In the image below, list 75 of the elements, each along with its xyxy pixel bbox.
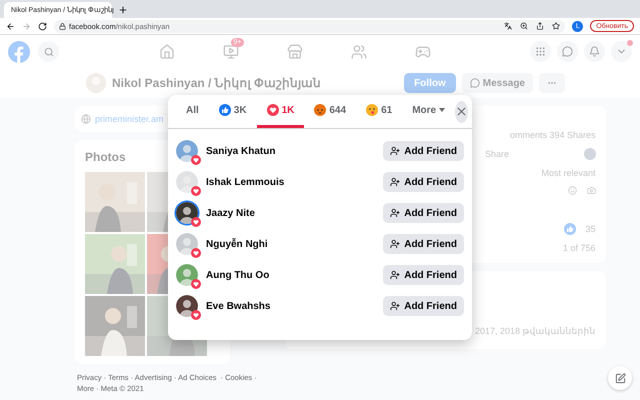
gaming-icon[interactable] xyxy=(414,44,430,60)
add-person-icon xyxy=(390,208,400,218)
reload-icon[interactable] xyxy=(38,22,47,30)
heart-icon xyxy=(191,310,201,320)
hugging-face-icon xyxy=(366,104,378,116)
add-friend-button[interactable]: Add Friend xyxy=(383,265,464,285)
add-friend-button[interactable]: Add Friend xyxy=(383,296,464,316)
notification-dot xyxy=(627,40,633,46)
post-stats: omments 394 Shares xyxy=(510,130,596,140)
add-friend-button[interactable]: Add Friend xyxy=(383,203,464,223)
person-name[interactable]: Ishak Lemmouis xyxy=(206,176,376,188)
star-icon[interactable] xyxy=(552,22,560,30)
home-icon[interactable] xyxy=(158,44,174,60)
lock-icon xyxy=(59,22,66,30)
globe-icon xyxy=(81,114,91,124)
facebook-logo[interactable] xyxy=(8,40,30,62)
thumbs-up-icon xyxy=(564,223,576,235)
chat-bubble-icon xyxy=(562,46,573,57)
store-icon[interactable] xyxy=(286,44,302,60)
heart-icon xyxy=(191,186,201,196)
video-icon[interactable] xyxy=(222,44,238,60)
menu-button[interactable] xyxy=(530,41,551,62)
forward-icon[interactable] xyxy=(22,22,31,30)
comment-pager: 1 of 756 xyxy=(563,243,596,253)
chat-bubble-icon xyxy=(470,78,480,88)
heart-icon xyxy=(191,217,201,227)
back-icon[interactable] xyxy=(6,22,15,30)
close-icon xyxy=(455,105,468,118)
new-tab-icon[interactable] xyxy=(118,5,128,15)
bell-icon xyxy=(589,46,600,57)
add-friend-button[interactable]: Add Friend xyxy=(383,141,464,161)
add-friend-button[interactable]: Add Friend xyxy=(383,172,464,192)
groups-icon[interactable] xyxy=(350,44,366,60)
pen-icon xyxy=(614,372,626,384)
reaction-tab[interactable]: 1K xyxy=(256,95,304,128)
person-name[interactable]: Jaazy Nite xyxy=(206,208,376,218)
add-friend-button[interactable]: Add Friend xyxy=(383,234,464,254)
person-name[interactable]: Saniya Khatun xyxy=(206,146,376,156)
reaction-tab[interactable]: 644 xyxy=(304,95,356,128)
search-button[interactable] xyxy=(38,41,59,62)
close-button[interactable] xyxy=(455,100,468,122)
camera-icon[interactable] xyxy=(586,186,596,195)
thumbs-up-icon xyxy=(218,104,231,116)
new-message-button[interactable] xyxy=(608,366,632,390)
zoom-icon[interactable] xyxy=(520,22,528,30)
translate-icon[interactable] xyxy=(504,22,512,30)
photos-title: Photos xyxy=(85,150,126,164)
heart-icon xyxy=(191,279,201,289)
add-person-icon xyxy=(390,270,400,280)
person-name[interactable]: Nguyễn Nghi xyxy=(206,238,376,250)
reaction-count: 35 xyxy=(586,224,596,234)
avatar[interactable] xyxy=(176,202,198,224)
account-button[interactable] xyxy=(611,41,632,62)
emoji-icon[interactable] xyxy=(568,186,577,195)
grid-icon xyxy=(535,46,546,57)
heart-icon xyxy=(191,155,201,165)
reaction-tab[interactable]: 61 xyxy=(356,95,402,128)
add-person-icon xyxy=(390,239,400,249)
person-name[interactable]: Eve Bwahshs xyxy=(206,300,376,312)
angry-face-icon xyxy=(314,104,326,116)
add-person-icon xyxy=(390,177,400,187)
person-name[interactable]: Aung Thu Oo xyxy=(206,270,376,280)
add-person-icon xyxy=(390,301,400,311)
messenger-button[interactable] xyxy=(557,41,578,62)
caret-icon xyxy=(439,108,446,112)
reaction-tab[interactable]: All xyxy=(176,95,209,128)
post-text: 2017, 2018 թվականներին xyxy=(474,326,596,336)
search-icon xyxy=(44,46,54,56)
profile-name: Nikol Pashinyan / Նիկոլ Փաշինյան xyxy=(112,76,322,90)
notifications-button[interactable] xyxy=(584,41,605,62)
heart-icon xyxy=(191,248,201,258)
add-person-icon xyxy=(390,146,400,156)
reaction-tab[interactable]: 3K xyxy=(208,95,257,128)
share-icon[interactable] xyxy=(536,22,544,30)
reaction-tab[interactable]: More xyxy=(402,95,456,128)
